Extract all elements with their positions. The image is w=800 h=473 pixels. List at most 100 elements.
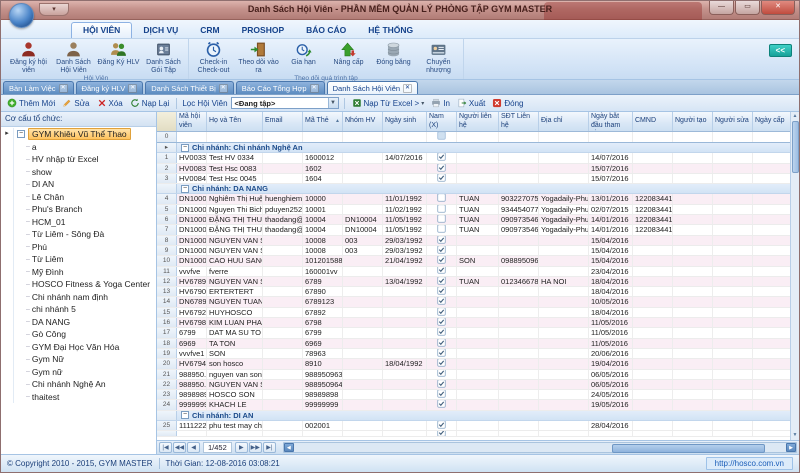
column-header-email[interactable]: Email xyxy=(263,112,303,131)
minimize-button[interactable]: — xyxy=(709,1,734,15)
table-row[interactable]: 2398989898HOSCO SON9898989824/05/2016 xyxy=(157,390,790,400)
scroll-down-icon[interactable]: ▼ xyxy=(793,431,798,440)
collapse-panel-button[interactable]: << xyxy=(769,44,792,57)
column-header-s-t-lien-he[interactable]: SĐT Liên hệ xyxy=(499,112,539,131)
website-link[interactable]: http://hosco.com.vn xyxy=(706,457,793,470)
tree-node-gym-nu[interactable]: –Gym Nữ xyxy=(1,353,156,366)
tree-node-root[interactable]: ▸−GYM Khiêu Vũ Thể Thao xyxy=(1,128,156,141)
table-row[interactable]: 20HV6794son hosco891018/04/199219/04/201… xyxy=(157,359,790,369)
ribbon-tab-crm[interactable]: CRM xyxy=(189,23,230,38)
tree-node-gym-ai-hoc-van-hoa[interactable]: –GYM Đại Học Văn Hóa xyxy=(1,341,156,354)
toolbar-button-nap-tu-excel[interactable]: Nạp Từ Excel >▾ xyxy=(350,97,427,109)
tree-node-show[interactable]: –show xyxy=(1,166,156,179)
table-row[interactable]: 2511112222phu test may cham...00200128/0… xyxy=(157,421,790,431)
tree-node-phu-s-branch[interactable]: –Phu's Branch xyxy=(1,203,156,216)
table-row[interactable]: 2499999999KHACH LE9999999919/05/2016 xyxy=(157,400,790,410)
table-row[interactable]: 16HV6798KIM LUAN PHAP V...679811/05/2016 xyxy=(157,318,790,328)
table-row[interactable]: 15HV6792HUYHOSCO6789218/04/2016 xyxy=(157,308,790,318)
tree-node-gym-nu[interactable]: –Gym nữ xyxy=(1,366,156,379)
table-row[interactable]: 5DN10001Nguyen Thi Bich Du...pduyen252..… xyxy=(157,205,790,215)
tree-node-da-nang[interactable]: –DA NANG xyxy=(1,316,156,329)
column-header-ho-va-ten[interactable]: Họ và Tên xyxy=(207,112,263,131)
ribbon-button-ong-bang[interactable]: Đóng băng xyxy=(371,40,416,68)
vertical-scrollbar-thumb[interactable] xyxy=(792,121,799,173)
ribbon-tab-proshop[interactable]: PROSHOP xyxy=(231,23,296,38)
ribbon-button-nang-cap[interactable]: Nâng cấp xyxy=(326,40,371,68)
column-header-nam-x[interactable]: Nam (X) xyxy=(427,112,457,131)
member-filter-select[interactable]: <Đang tập>▼ xyxy=(231,97,339,109)
table-row[interactable] xyxy=(157,431,790,437)
close-tab-icon[interactable]: ✕ xyxy=(59,84,68,93)
column-header-cmnd[interactable]: CMND xyxy=(633,112,673,131)
tree-node-chi-nhanh-5[interactable]: –chi nhánh 5 xyxy=(1,303,156,316)
ribbon-button-chuyen-nhuong[interactable]: Chuyển nhượng xyxy=(416,40,461,75)
nav-button[interactable]: ▶| xyxy=(263,442,276,453)
table-row[interactable]: 4DN10000Nghiêm Thị Huệhuenghiemt...10000… xyxy=(157,194,790,204)
group-row-chi-nhanh-da-nang[interactable]: −Chi nhánh: DA NANG xyxy=(157,184,790,194)
ribbon-tab-dich-vu[interactable]: DỊCH VỤ xyxy=(132,23,189,38)
group-row-chi-nhanh-chi-nhanh-nghe-an[interactable]: ▸−Chi nhánh: Chi nhánh Nghệ An xyxy=(157,143,790,153)
nav-button[interactable]: |◀ xyxy=(159,442,172,453)
ribbon-button-ang-ky-hoi-vien[interactable]: Đăng ký hội viên xyxy=(6,40,51,75)
horizontal-scrollbar-thumb[interactable] xyxy=(612,444,766,453)
table-row[interactable]: 6DN10004ĐẶNG THỊ THU TH...thaodang@...10… xyxy=(157,215,790,225)
tree-node-tu-liem-song-a[interactable]: –Từ Liêm - Sông Đà xyxy=(1,228,156,241)
toolbar-button-nap-lai[interactable]: Nạp Lại xyxy=(128,97,172,109)
column-header-nguoi-tao[interactable]: Người tạo xyxy=(673,112,713,131)
table-row[interactable]: 19vvvfve1SON7896320/06/2016 xyxy=(157,349,790,359)
tree-node-tu-liem[interactable]: –Từ Liêm xyxy=(1,253,156,266)
tree-node-my-inh[interactable]: –Mỹ Đình xyxy=(1,266,156,279)
group-collapse-icon[interactable]: − xyxy=(181,185,189,193)
toolbar-button-xoa[interactable]: Xóa xyxy=(95,97,125,109)
column-header-ngay-bat-au-tham-gia[interactable]: Ngày bắt đầu tham gia xyxy=(589,112,633,131)
application-menu-button[interactable] xyxy=(9,3,34,28)
table-row[interactable]: 176799DAT MA SU TO679911/05/2016 xyxy=(157,328,790,338)
tree-node-hcm-01[interactable]: –HCM_01 xyxy=(1,216,156,229)
group-row-chi-nhanh-di-an[interactable]: −Chi nhánh: DI AN xyxy=(157,411,790,421)
column-header-ia-chi[interactable]: Địa chỉ xyxy=(539,112,589,131)
toolbar-button-sua[interactable]: Sửa xyxy=(60,97,91,109)
ribbon-tab-hoi-vien[interactable]: HỘI VIÊN xyxy=(71,22,132,38)
table-row[interactable]: 14DN6789...NGUYEN TUAN TU678912310/05/20… xyxy=(157,297,790,307)
tree-node-hv-nhap-tu-excel[interactable]: –HV nhập từ Excel xyxy=(1,153,156,166)
table-row[interactable]: 10DN10009CAO HUU SANG101201588...21/04/1… xyxy=(157,256,790,266)
maximize-button[interactable]: ▭ xyxy=(735,1,760,15)
tree-node-chi-nhanh-nam-inh[interactable]: –Chi nhánh nam định xyxy=(1,291,156,304)
tree-node-di-an[interactable]: –DI AN xyxy=(1,178,156,191)
scroll-right-icon[interactable]: ▶ xyxy=(786,443,796,452)
scroll-left-icon[interactable]: ◀ xyxy=(284,443,294,452)
close-tab-icon[interactable]: ✕ xyxy=(403,84,412,93)
close-tab-icon[interactable]: ✕ xyxy=(219,84,228,93)
tree-node-thaitest[interactable]: –thaitest xyxy=(1,391,156,404)
column-header-nguoi-sua[interactable]: Người sửa xyxy=(713,112,753,131)
horizontal-scrollbar[interactable]: ◀▶ xyxy=(283,442,797,453)
toolbar-button-xuat[interactable]: Xuất xyxy=(455,97,487,109)
table-row[interactable]: 22988950...NGUYEN VAN SON98895096406/05/… xyxy=(157,380,790,390)
column-header-ngay-sinh[interactable]: Ngày sinh xyxy=(383,112,427,131)
table-row[interactable]: 2HV0083Test Hsc 0083160215/07/2016 xyxy=(157,164,790,174)
ribbon-button-ang-ky-hlv[interactable]: Đăng Ký HLV xyxy=(96,40,141,68)
tree-node-le-chan[interactable]: –Lê Chân xyxy=(1,191,156,204)
nav-button[interactable]: ▶ xyxy=(235,442,248,453)
tree-node-go-cong[interactable]: –Gò Công xyxy=(1,328,156,341)
close-tab-icon[interactable]: ✕ xyxy=(128,84,137,93)
tree-node-phu[interactable]: –Phú xyxy=(1,241,156,254)
table-row[interactable]: 8DN10008NGUYEN VAN SON1000800329/03/1992… xyxy=(157,236,790,246)
table-row[interactable]: 21988950...nguyen van son98895096306/05/… xyxy=(157,370,790,380)
group-collapse-icon[interactable]: − xyxy=(181,411,189,419)
chevron-down-icon[interactable]: ▼ xyxy=(328,98,338,108)
tree-collapse-icon[interactable]: − xyxy=(17,130,25,138)
column-header-ngay-cap[interactable]: Ngày cấp xyxy=(753,112,790,131)
toolbar-button-in[interactable]: In xyxy=(429,97,452,109)
column-header-ma-the[interactable]: Mã Thẻ▲ xyxy=(303,112,343,131)
close-tab-icon[interactable]: ✕ xyxy=(310,84,319,93)
table-row[interactable]: 12HV6789NGUYEN VAN SON678913/04/1992TUAN… xyxy=(157,277,790,287)
toolbar-button-them-moi[interactable]: Thêm Mới xyxy=(5,97,57,109)
group-collapse-icon[interactable]: − xyxy=(181,144,189,152)
nav-button[interactable]: ◀ xyxy=(187,442,200,453)
nav-button[interactable]: ◀◀ xyxy=(173,442,186,453)
table-row[interactable]: 11vvvfvefverre160001vv23/04/2016 xyxy=(157,267,790,277)
grid-filter-row[interactable]: 0 xyxy=(157,132,790,143)
table-row[interactable]: 7DN10004ĐẶNG THỊ THU TH...thaodang@...10… xyxy=(157,225,790,235)
vertical-scrollbar[interactable]: ▲ ▼ xyxy=(790,112,799,440)
